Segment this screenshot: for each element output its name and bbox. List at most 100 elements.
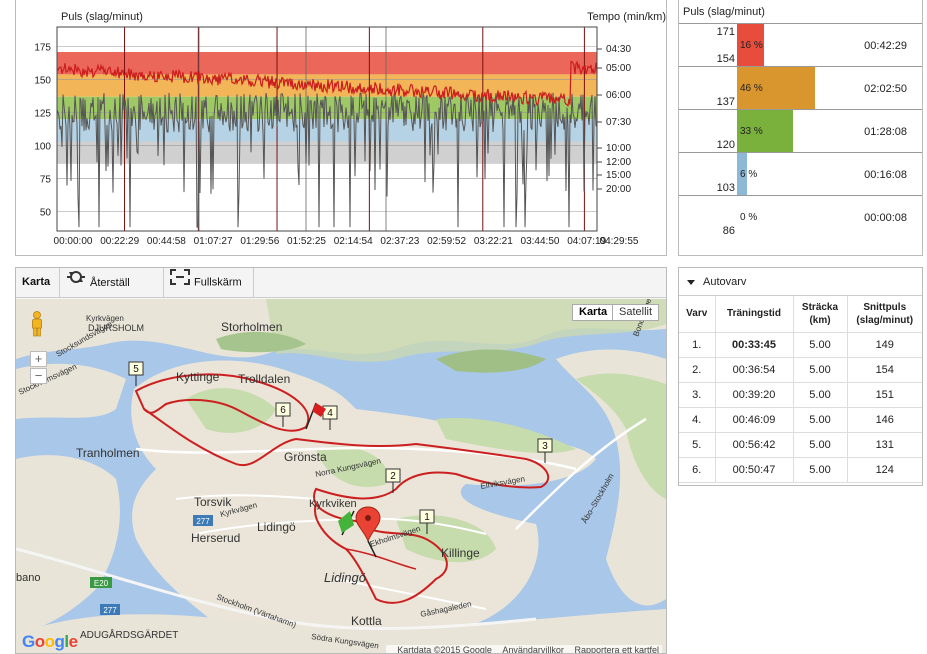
lap-row[interactable]: 2. 00:36:54 5.00 154 xyxy=(679,357,922,383)
place-kyrkviken: Kyrkviken xyxy=(309,498,357,510)
lap-row[interactable]: 6. 00:50:47 5.00 124 xyxy=(679,457,922,483)
report-map-error-link[interactable]: Rapportera ett kartfel xyxy=(574,645,659,653)
right-tick-label: 07:30 xyxy=(606,117,631,128)
right-tick-label: 04:30 xyxy=(606,44,631,55)
svg-text:3: 3 xyxy=(542,441,548,452)
map-tab[interactable]: Karta xyxy=(16,268,60,297)
x-tick-label: 01:07:27 xyxy=(194,236,233,247)
map-canvas[interactable]: 277 E20 277 Storholmen Trolldalen Kyttin… xyxy=(16,299,666,653)
x-axis-ticks: 00:00:00 00:22:29 00:44:58 01:07:27 01:29:56… xyxy=(54,236,639,247)
zone-row: 16 % 171 154 00:42:29 xyxy=(679,23,922,66)
x-tick-label: 01:52:25 xyxy=(287,236,326,247)
x-tick-label: 00:00:00 xyxy=(54,236,93,247)
lap-row[interactable]: 1. 00:33:45 5.00 149 xyxy=(679,332,922,358)
zone-lower-limit: 103 xyxy=(716,182,735,194)
right-tick-label: 15:00 xyxy=(606,170,631,181)
left-tick-label: 175 xyxy=(34,43,51,54)
place-killinge: Killinge xyxy=(441,546,480,560)
lap-cell: 3. xyxy=(679,382,716,408)
lap-cell: 00:46:09 xyxy=(715,407,794,433)
place-kottla: Kottla xyxy=(351,614,382,628)
street-view-pegman-icon[interactable] xyxy=(30,311,44,337)
right-tick-label: 12:00 xyxy=(606,157,631,168)
laps-header-row: Varv Träningstid Sträcka (km) Snittpuls (sl… xyxy=(679,296,922,333)
road-kyrkvagen-north: Kyrkvägen xyxy=(86,314,124,323)
road-shield-e20: E20 xyxy=(90,577,112,588)
place-gronsta: Grönsta xyxy=(284,450,327,464)
heart-rate-pace-chart[interactable]: Puls (slag/minut) Tempo (min/km) 1751501… xyxy=(16,0,668,256)
place-lidingo-island: Lidingö xyxy=(324,570,366,585)
place-bano: bano xyxy=(16,572,40,584)
place-lidingo: Lidingö xyxy=(257,520,296,534)
place-adugardsgardet: ADUGÅRDSGÄRDET xyxy=(80,628,178,641)
right-tick-label: 06:00 xyxy=(606,90,631,101)
lap-row[interactable]: 4. 00:46:09 5.00 146 xyxy=(679,407,922,433)
terms-link[interactable]: Användarvillkor xyxy=(502,645,564,653)
fullscreen-icon xyxy=(170,268,190,297)
lap-row[interactable]: 3. 00:39:20 5.00 151 xyxy=(679,382,922,408)
reset-map-button[interactable]: Återställ karta xyxy=(60,268,164,318)
zoom-in-button[interactable]: + xyxy=(30,351,47,367)
svg-text:4: 4 xyxy=(327,408,333,419)
x-tick-label: 02:59:52 xyxy=(427,236,466,247)
heart-rate-zones-panel: Puls (slag/minut) 16 % 171 154 00:42:29 46 %… xyxy=(678,0,923,256)
svg-text:6: 6 xyxy=(280,405,286,416)
zone-percent: 6 % xyxy=(740,169,758,180)
left-tick-label: 125 xyxy=(34,109,51,120)
zone-time: 00:16:08 xyxy=(864,169,907,181)
lap-cell: 151 xyxy=(847,382,922,408)
x-tick-label: 02:37:23 xyxy=(380,236,419,247)
left-axis-ticks: 175 150 125 100 75 50 xyxy=(34,43,51,219)
caret-down-icon xyxy=(687,279,695,285)
lap-cell: 00:50:47 xyxy=(715,457,794,483)
lap-cell: 5.00 xyxy=(793,432,848,458)
lap-cell: 00:36:54 xyxy=(715,357,794,383)
map-type-map-button[interactable]: Karta xyxy=(572,304,615,321)
right-axis-ticks: 04:30 05:00 06:00 07:30 10:00 12:00 15:00 20:00 xyxy=(597,44,631,195)
right-tick-label: 10:00 xyxy=(606,143,631,154)
zone-time: 00:00:08 xyxy=(864,212,907,224)
laps-table: Varv Träningstid Sträcka (km) Snittpuls (sl… xyxy=(679,296,922,483)
autolap-title: Autovarv xyxy=(703,276,747,288)
place-tranholmen: Tranholmen xyxy=(76,446,140,460)
right-axis-title: Tempo (min/km) xyxy=(587,11,666,23)
laps-column-header[interactable]: Sträcka (km) xyxy=(793,296,848,333)
laps-column-header[interactable]: Snittpuls (slag/minut) xyxy=(847,296,922,333)
left-tick-label: 75 xyxy=(40,174,52,185)
zone-band-1 xyxy=(57,52,597,75)
lap-cell: 131 xyxy=(847,432,922,458)
heart-rate-chart-panel: Puls (slag/minut) Tempo (min/km) 175 150 1… xyxy=(15,0,667,256)
zone-row: 46 % 137 02:02:50 xyxy=(679,66,922,109)
autolap-panel: Autovarv Varv Träningstid Sträcka (km) Snit… xyxy=(678,267,923,486)
lap-marker-5[interactable]: 5 xyxy=(128,361,144,386)
fullscreen-button[interactable]: Fullskärm xyxy=(164,268,254,297)
autolap-header[interactable]: Autovarv xyxy=(679,268,922,296)
map-footer: Kartdata ©2015 Google Användarvillkor Ra… xyxy=(386,645,662,653)
zone-lower-limit: 137 xyxy=(716,96,735,108)
left-tick-label: 150 xyxy=(34,76,51,87)
x-tick-label: 01:29:56 xyxy=(240,236,279,247)
svg-text:E20: E20 xyxy=(94,579,109,588)
right-tick-label: 05:00 xyxy=(606,63,631,74)
zone-upper-limit: 171 xyxy=(716,26,735,38)
lap-cell: 2. xyxy=(679,357,716,383)
map-graphics: 277 E20 277 Storholmen Trolldalen Kyttin… xyxy=(16,299,666,653)
laps-column-header[interactable]: Varv xyxy=(679,296,716,333)
zoom-out-button[interactable]: − xyxy=(30,368,47,384)
zone-time: 00:42:29 xyxy=(864,40,907,52)
zone-percent: 16 % xyxy=(740,40,763,51)
map-toolbar: Karta Återställ karta Fullskärm xyxy=(16,268,666,318)
laps-column-header[interactable]: Träningstid xyxy=(715,296,794,333)
lap-cell: 5.00 xyxy=(793,407,848,433)
zone-percent: 33 % xyxy=(740,126,763,137)
x-tick-label: 00:44:58 xyxy=(147,236,186,247)
lap-cell: 124 xyxy=(847,457,922,483)
svg-text:5: 5 xyxy=(133,364,139,375)
x-tick-label: 02:14:54 xyxy=(334,236,373,247)
lap-cell: 5.00 xyxy=(793,457,848,483)
zone-percent: 46 % xyxy=(740,83,763,94)
reset-map-icon xyxy=(66,268,86,298)
map-type-satellite-button[interactable]: Satellit xyxy=(612,304,660,321)
lap-cell: 146 xyxy=(847,407,922,433)
lap-row[interactable]: 5. 00:56:42 5.00 131 xyxy=(679,432,922,458)
